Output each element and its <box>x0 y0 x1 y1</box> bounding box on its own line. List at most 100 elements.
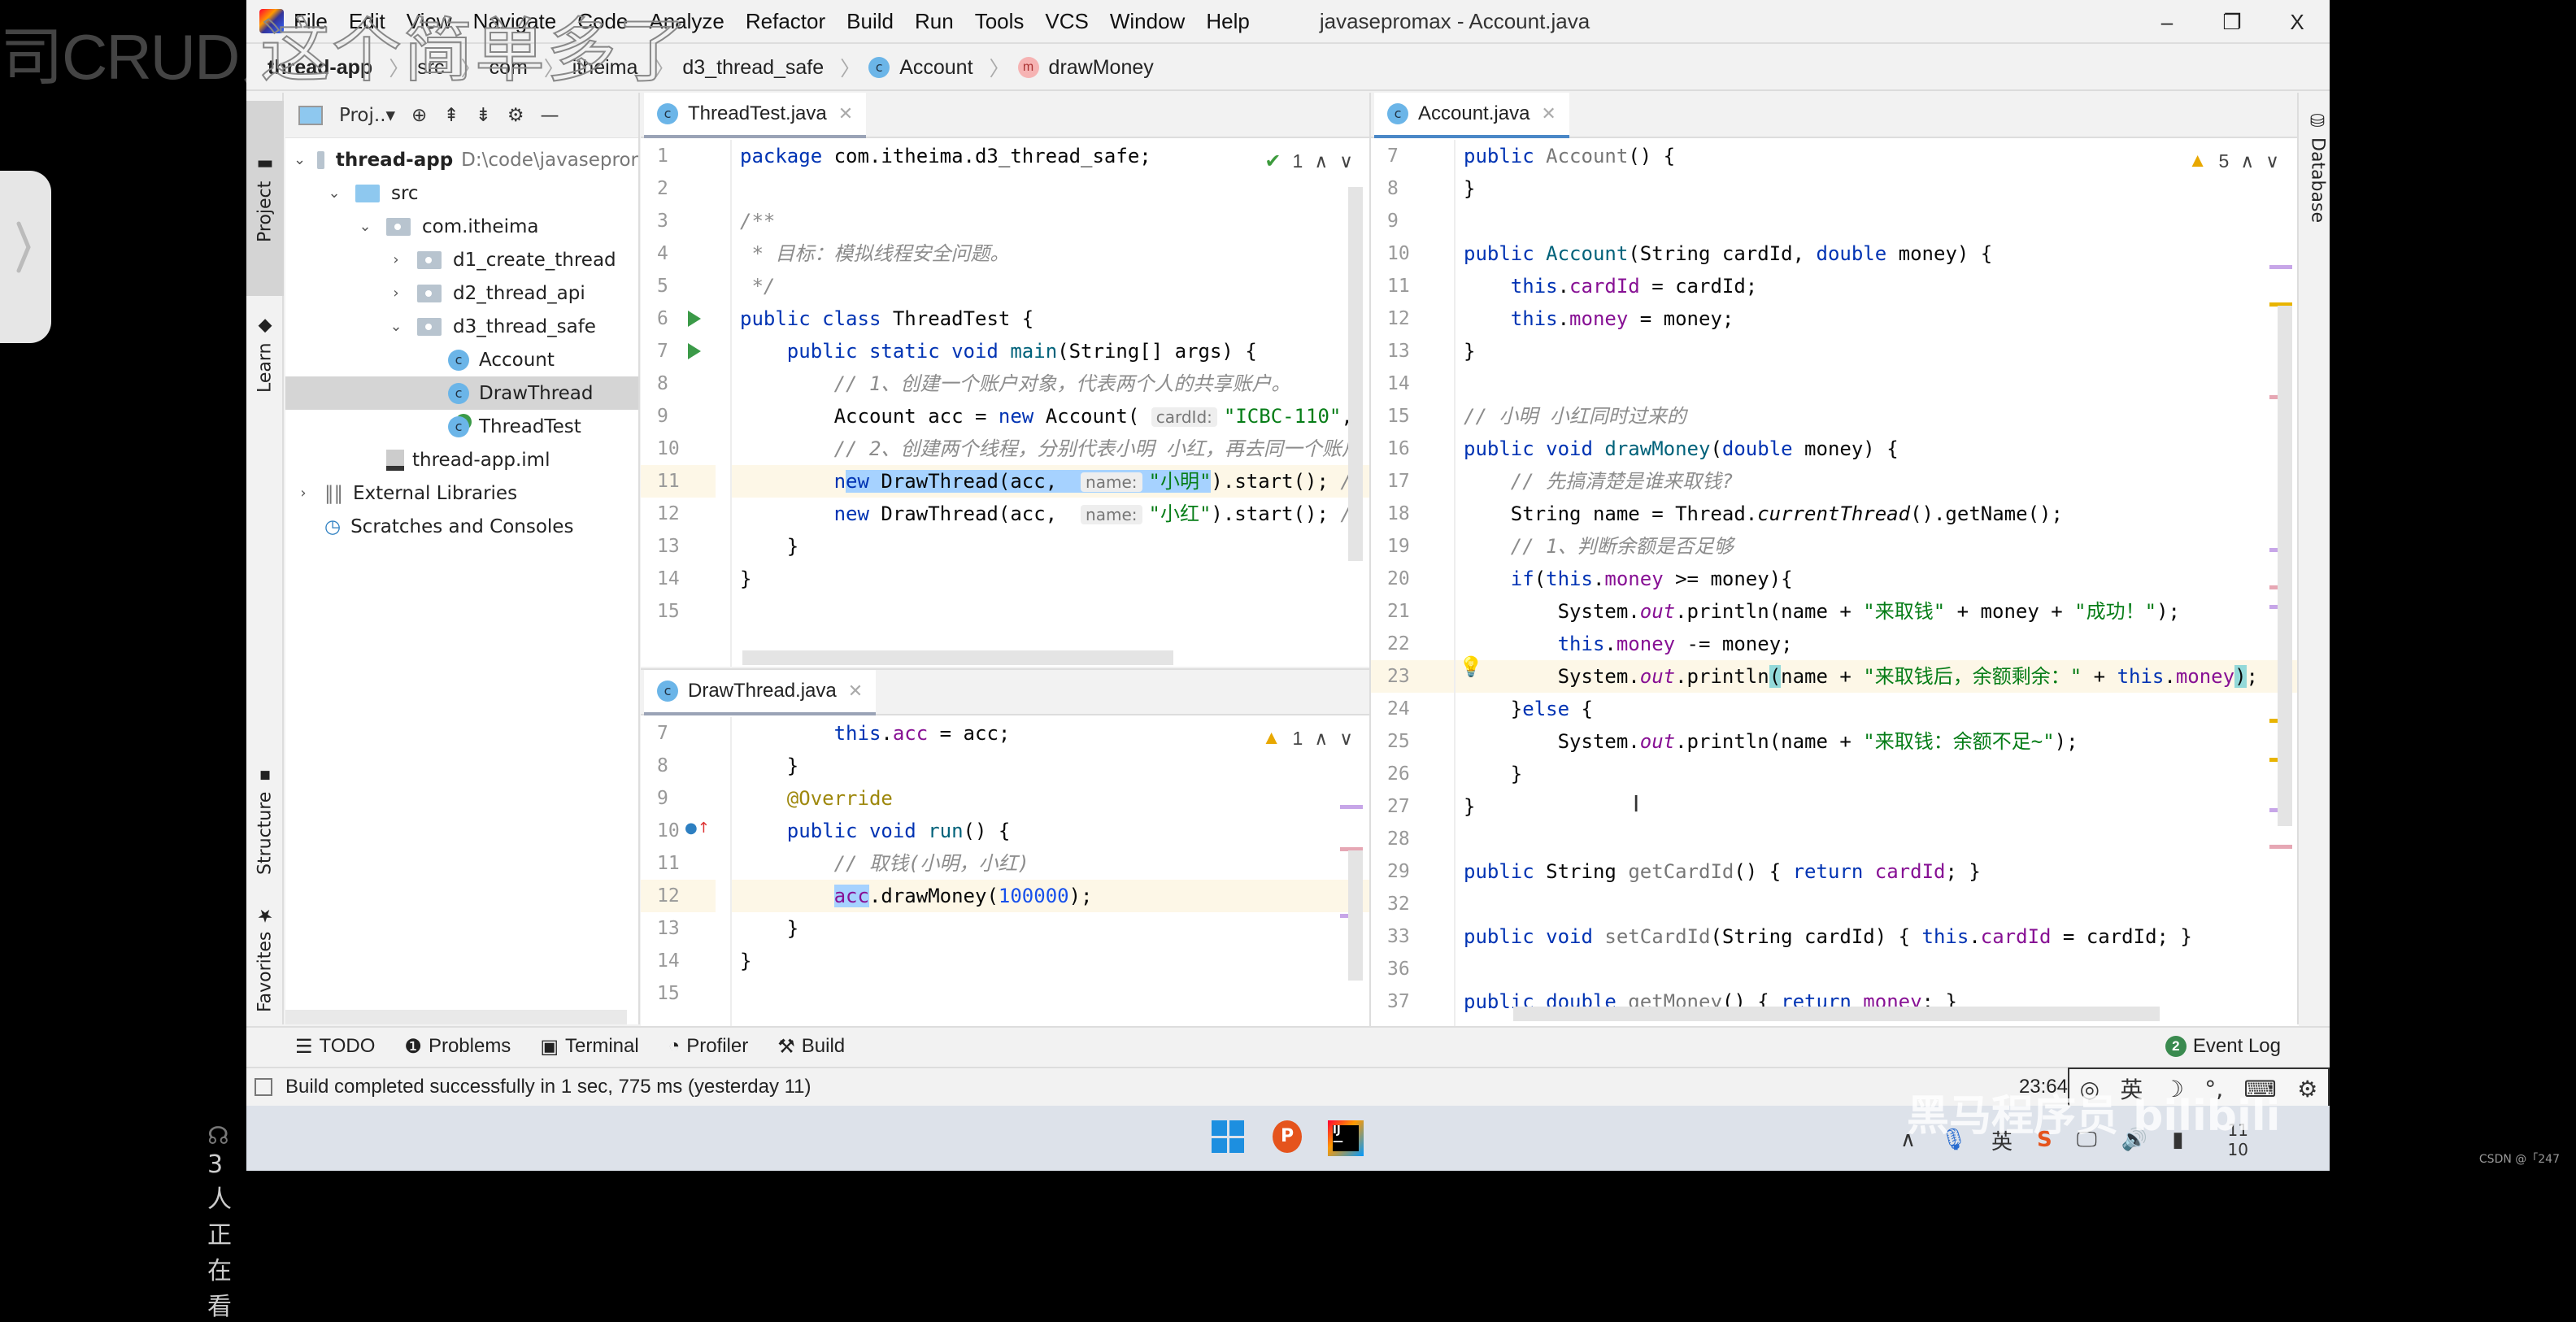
menu-file[interactable]: File <box>294 9 328 34</box>
tab-threadtest-java[interactable]: c ThreadTest.java ✕ <box>644 93 867 138</box>
project-view-select[interactable]: Proj..▾ <box>339 105 395 126</box>
breadcrumb-com[interactable]: com <box>490 56 528 80</box>
breadcrumb-separator: 〉 <box>389 58 410 80</box>
intellij-idea-icon[interactable]: IJ — <box>1328 1120 1364 1156</box>
tree-item-threadtest[interactable]: c ThreadTest <box>285 410 638 443</box>
editor-hscrollbar[interactable] <box>1513 1007 2160 1021</box>
menu-run[interactable]: Run <box>915 9 954 34</box>
menu-navigate[interactable]: Navigate <box>473 9 557 34</box>
override-gutter-icon[interactable]: ●↑ <box>685 820 710 837</box>
menu-code[interactable]: Code <box>577 9 628 34</box>
chevron-down-icon[interactable]: ⌄ <box>386 318 406 335</box>
chevron-right-icon[interactable]: › <box>294 485 313 502</box>
scroll-marker[interactable] <box>1340 805 1363 809</box>
hide-icon[interactable]: — <box>541 105 559 126</box>
menu-vcs[interactable]: VCS <box>1045 9 1088 34</box>
tab-learn[interactable]: Learn ◆ <box>246 306 284 403</box>
breadcrumb-account[interactable]: c Account <box>868 56 973 80</box>
close-tab-icon[interactable]: ✕ <box>1541 103 1556 124</box>
tab-database[interactable]: ⛁ Database <box>2299 106 2330 228</box>
toggle-tool-windows-icon[interactable] <box>255 1078 272 1096</box>
tree-item-src[interactable]: ⌄ src <box>285 176 638 210</box>
breadcrumb-drawmoney[interactable]: m drawMoney <box>1017 56 1154 80</box>
settings-icon[interactable]: ⚙ <box>507 105 524 126</box>
menu-tools[interactable]: Tools <box>975 9 1025 34</box>
close-tab-icon[interactable]: ✕ <box>848 681 863 702</box>
tab-account-java[interactable]: c Account.java ✕ <box>1374 93 1569 138</box>
code-line-current: System.out.println(name + "来取钱后，余额剩余：" +… <box>1456 660 2299 693</box>
tree-item-account[interactable]: c Account <box>285 343 638 376</box>
menu-window[interactable]: Window <box>1110 9 1185 34</box>
restore-button[interactable]: ❐ <box>2200 10 2265 35</box>
run-gutter-icon[interactable] <box>688 311 701 327</box>
previous-highlight-icon[interactable]: ∧ <box>1314 150 1328 172</box>
tree-item-external-libraries[interactable]: › ‖‖ External Libraries <box>285 476 638 510</box>
breadcrumb-d3-thread-safe[interactable]: d3_thread_safe <box>682 56 824 80</box>
inspection-widget[interactable]: ▲ 5 ∧ ∨ <box>2188 150 2279 172</box>
tree-item-thread-app-iml[interactable]: thread-app.iml <box>285 443 638 476</box>
side-panel-expand-handle[interactable] <box>0 171 51 343</box>
code-area[interactable]: this.acc = acc; } @Override public void … <box>732 717 1369 1026</box>
chevron-down-icon[interactable]: ⌄ <box>294 151 306 168</box>
code-area[interactable]: public Account() { } public Account(Stri… <box>1456 140 2299 1026</box>
chevron-down-icon[interactable]: ⌄ <box>355 218 375 235</box>
status-message[interactable]: Build completed successfully in 1 sec, 7… <box>285 1076 812 1098</box>
event-log-button[interactable]: 2 Event Log <box>2165 1035 2281 1058</box>
toolwin-build[interactable]: ⚒ Build <box>777 1035 845 1059</box>
collapse-all-icon[interactable]: ⇟ <box>476 105 491 126</box>
close-tab-icon[interactable]: ✕ <box>838 103 853 124</box>
settings-icon[interactable]: ⚙ <box>2297 1076 2317 1102</box>
editor-hscrollbar[interactable] <box>742 650 1173 665</box>
code-area[interactable]: package com.itheima.d3_thread_safe; /** … <box>732 140 1369 667</box>
tab-favorites[interactable]: Favorites ★ <box>246 902 284 1015</box>
next-highlight-icon[interactable]: ∨ <box>1339 150 1353 172</box>
breadcrumb-itheima[interactable]: itheima <box>572 56 638 80</box>
menu-view[interactable]: View <box>407 9 452 34</box>
chevron-right-icon[interactable]: › <box>386 251 406 268</box>
breadcrumb-src[interactable]: src <box>417 56 444 80</box>
editor-vscrollbar[interactable] <box>1348 850 1363 981</box>
tree-item-d2-thread-api[interactable]: › d2_thread_api <box>285 276 638 310</box>
close-button[interactable]: X <box>2265 10 2330 35</box>
tab-drawthread-java[interactable]: c DrawThread.java ✕ <box>644 670 877 715</box>
toolwin-profiler[interactable]: ◔ Profiler <box>668 1035 749 1058</box>
powerpoint-icon[interactable]: P <box>1273 1120 1302 1153</box>
tab-project[interactable]: Project ▬ <box>246 101 284 296</box>
next-highlight-icon[interactable]: ∨ <box>1339 728 1353 750</box>
line-number: 16 <box>1387 438 1410 459</box>
tab-structure[interactable]: Structure ▪ <box>246 759 284 881</box>
scroll-marker[interactable] <box>2269 265 2292 269</box>
editor-vscrollbar[interactable] <box>1348 187 1363 561</box>
minimize-button[interactable]: – <box>2134 10 2200 35</box>
tree-item-thread-app[interactable]: ⌄ thread-app D:\code\javasepror <box>285 143 638 176</box>
inspection-widget[interactable]: ✔ 1 ∧ ∨ <box>1264 150 1353 173</box>
locate-icon[interactable]: ⊕ <box>411 105 427 126</box>
tree-item-d1-create-thread[interactable]: › d1_create_thread <box>285 243 638 276</box>
tree-item-com-itheima[interactable]: ⌄ com.itheima <box>285 210 638 243</box>
scroll-marker[interactable] <box>2269 845 2292 849</box>
inspection-widget[interactable]: ▲ 1 ∧ ∨ <box>1262 727 1353 750</box>
chevron-down-icon[interactable]: ⌄ <box>324 185 344 202</box>
toolwin-terminal[interactable]: ▣ Terminal <box>540 1035 638 1059</box>
tree-item-d3-thread-safe[interactable]: ⌄ d3_thread_safe <box>285 310 638 343</box>
project-hscrollbar[interactable] <box>285 1010 627 1024</box>
toolwin-todo[interactable]: ☰ TODO <box>295 1035 375 1059</box>
tree-item-drawthread[interactable]: c DrawThread <box>285 376 638 410</box>
menu-help[interactable]: Help <box>1206 9 1249 34</box>
tree-item-scratches[interactable]: ◷ Scratches and Consoles <box>285 510 638 543</box>
intention-bulb-icon[interactable]: 💡 <box>1459 655 1483 678</box>
windows-start-icon[interactable] <box>1212 1120 1244 1153</box>
editor-vscrollbar[interactable] <box>2278 306 2292 826</box>
chevron-right-icon[interactable]: › <box>386 285 406 302</box>
run-gutter-icon[interactable] <box>688 343 701 359</box>
menu-edit[interactable]: Edit <box>349 9 385 34</box>
menu-refactor[interactable]: Refactor <box>746 9 825 34</box>
expand-all-icon[interactable]: ⇞ <box>443 105 459 126</box>
toolwin-problems[interactable]: ❶ Problems <box>404 1035 511 1059</box>
next-highlight-icon[interactable]: ∨ <box>2265 150 2279 172</box>
menu-analyze[interactable]: Analyze <box>649 9 724 34</box>
menu-build[interactable]: Build <box>846 9 894 34</box>
previous-highlight-icon[interactable]: ∧ <box>1314 728 1328 750</box>
breadcrumb-thread-app[interactable]: thread-app <box>268 56 372 80</box>
previous-highlight-icon[interactable]: ∧ <box>2240 150 2254 172</box>
